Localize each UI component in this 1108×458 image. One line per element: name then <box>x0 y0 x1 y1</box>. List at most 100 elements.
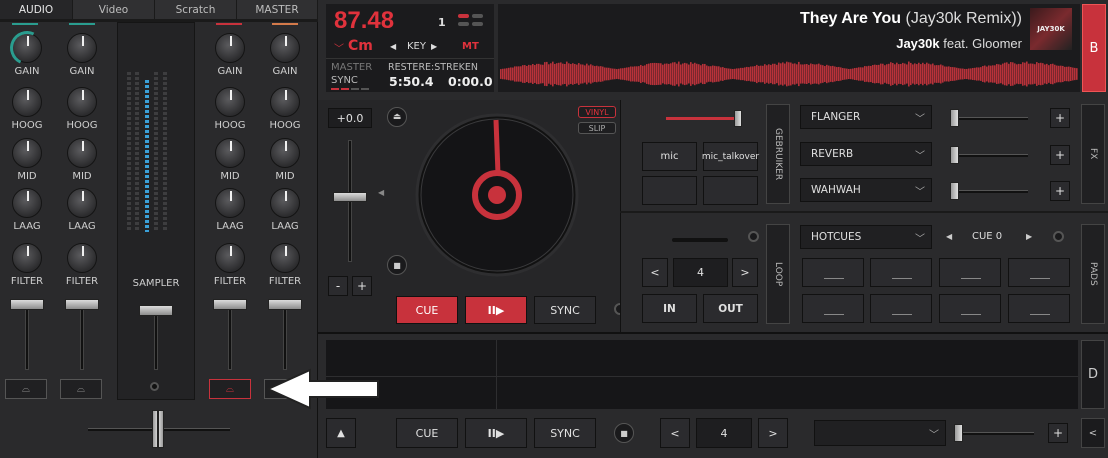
master-tempo-button[interactable]: MT <box>462 41 479 52</box>
knob-hoog[interactable] <box>270 87 300 117</box>
volume-fader-3[interactable] <box>213 299 247 310</box>
knob-gain[interactable] <box>12 33 42 63</box>
knob-mid[interactable] <box>67 138 97 168</box>
hotcue-pad[interactable] <box>870 258 932 287</box>
pfl-button-3[interactable]: ⌓ <box>209 379 251 399</box>
key-up-icon[interactable]: ▶ <box>431 42 437 51</box>
loop-tab[interactable]: LOOP <box>766 224 790 324</box>
key-value[interactable]: Cm <box>348 38 373 54</box>
sampler-volume-handle[interactable] <box>734 110 742 127</box>
pads-tab[interactable]: PADS <box>1081 224 1105 324</box>
fx-dropdown-2[interactable]: REVERB ﹀ <box>800 142 932 166</box>
pfl-button-2[interactable]: ⌓ <box>60 379 102 399</box>
cue-prev-icon[interactable]: ◀ <box>946 232 952 241</box>
fx-add-button-3[interactable]: + <box>1050 181 1070 201</box>
knob-filter[interactable] <box>215 243 245 273</box>
knob-filter[interactable] <box>12 243 42 273</box>
fx-slider-3[interactable] <box>950 182 959 200</box>
knob-gain[interactable] <box>270 33 300 63</box>
sampler-dot[interactable] <box>150 382 159 391</box>
loop-prev-button[interactable]: < <box>642 258 668 287</box>
knob-mid[interactable] <box>215 138 245 168</box>
hotcue-pad[interactable] <box>939 294 1001 323</box>
deck-d-play-button[interactable]: II▶ <box>465 418 527 448</box>
fx-add-button-1[interactable]: + <box>1050 108 1070 128</box>
knob-laag[interactable] <box>270 188 300 218</box>
key-down-icon[interactable]: ◀ <box>390 42 396 51</box>
eject-icon[interactable]: ⏏ <box>387 107 407 127</box>
stop-icon[interactable]: ■ <box>614 423 634 443</box>
time-mode-labels[interactable]: RESTERE:STREKEN <box>388 62 478 73</box>
deck-d-loop-display[interactable]: 4 <box>696 418 752 448</box>
deck-letter-d[interactable]: D <box>1081 340 1105 409</box>
deck-d-loop-prev-button[interactable]: < <box>660 418 690 448</box>
sync-label[interactable]: SYNC <box>331 75 358 86</box>
fx-slider-1[interactable] <box>950 109 959 127</box>
knob-laag[interactable] <box>12 188 42 218</box>
fx-dropdown-1[interactable]: FLANGER ﹀ <box>800 105 932 129</box>
knob-hoog[interactable] <box>12 87 42 117</box>
collapse-button[interactable]: < <box>1081 418 1105 448</box>
deck-d-fx-slider[interactable] <box>954 424 963 442</box>
fx-add-button-2[interactable]: + <box>1050 145 1070 165</box>
deck-d-loop-next-button[interactable]: > <box>758 418 788 448</box>
hotcue-pad[interactable] <box>870 294 932 323</box>
loop-settings-dot[interactable] <box>748 231 759 242</box>
deck-d-sync-button[interactable]: SYNC <box>534 418 596 448</box>
vinyl-button[interactable]: VINYL <box>578 106 616 118</box>
deck-d-waveform[interactable] <box>326 340 1078 409</box>
pitch-minus-button[interactable]: - <box>328 276 348 296</box>
loop-length-display[interactable]: 4 <box>673 258 728 287</box>
key-chevron-icon[interactable]: ﹀ <box>334 40 344 55</box>
deck-letter-b[interactable]: B <box>1082 4 1106 92</box>
loop-in-button[interactable]: IN <box>642 294 697 323</box>
pads-mode-dropdown[interactable]: HOTCUES ﹀ <box>800 225 932 249</box>
loop-out-button[interactable]: OUT <box>703 294 758 323</box>
slip-button[interactable]: SLIP <box>578 122 616 134</box>
knob-gain[interactable] <box>67 33 97 63</box>
cue-button[interactable]: CUE <box>396 296 458 324</box>
play-pause-button[interactable]: II▶ <box>465 296 527 324</box>
tab-video[interactable]: Video <box>73 0 155 19</box>
knob-filter[interactable] <box>270 243 300 273</box>
hotcue-pad[interactable] <box>802 294 864 323</box>
cue-next-icon[interactable]: ▶ <box>1026 232 1032 241</box>
gebruiker-tab[interactable]: GEBRUIKER <box>766 104 790 204</box>
bpm-display[interactable]: 87.48 <box>334 7 394 35</box>
deck-d-fx-dropdown[interactable]: ﹀ <box>814 420 946 446</box>
jog-wheel[interactable] <box>414 112 580 278</box>
pads-settings-dot[interactable] <box>1053 231 1064 242</box>
fx-tab[interactable]: FX <box>1081 104 1105 204</box>
deck-d-cue-button[interactable]: CUE <box>396 418 458 448</box>
tab-master[interactable]: MASTER <box>237 0 318 19</box>
pfl-button-1[interactable]: ⌓ <box>5 379 47 399</box>
fx-slider-2[interactable] <box>950 146 959 164</box>
sampler-pad-empty[interactable] <box>703 176 758 205</box>
knob-hoog[interactable] <box>67 87 97 117</box>
pitch-fader[interactable] <box>333 192 367 202</box>
sampler-pad-mic-talkover[interactable]: mic_talkover <box>702 142 759 171</box>
pitch-plus-button[interactable]: + <box>352 276 372 296</box>
knob-hoog[interactable] <box>215 87 245 117</box>
sampler-pad-mic[interactable]: mic <box>642 142 697 171</box>
hotcue-pad[interactable] <box>1008 258 1070 287</box>
sampler-pad-empty[interactable] <box>642 176 697 205</box>
knob-mid[interactable] <box>270 138 300 168</box>
sync-button[interactable]: SYNC <box>534 296 596 324</box>
volume-fader-4[interactable] <box>268 299 302 310</box>
knob-mid[interactable] <box>12 138 42 168</box>
fx-dropdown-3[interactable]: WAHWAH ﹀ <box>800 178 932 202</box>
deck-d-fx-add-button[interactable]: + <box>1048 423 1068 443</box>
knob-gain[interactable] <box>215 33 245 63</box>
waveform[interactable] <box>500 58 1078 90</box>
knob-filter[interactable] <box>67 243 97 273</box>
loop-next-button[interactable]: > <box>732 258 758 287</box>
tab-audio[interactable]: AUDIO <box>0 0 73 19</box>
master-label[interactable]: MASTER <box>331 62 372 73</box>
volume-fader-1[interactable] <box>10 299 44 310</box>
hotcue-pad[interactable] <box>1008 294 1070 323</box>
hotcue-pad[interactable] <box>802 258 864 287</box>
tab-scratch[interactable]: Scratch <box>155 0 237 19</box>
deck-d-eject-button[interactable]: ▲ <box>326 418 356 448</box>
knob-laag[interactable] <box>215 188 245 218</box>
